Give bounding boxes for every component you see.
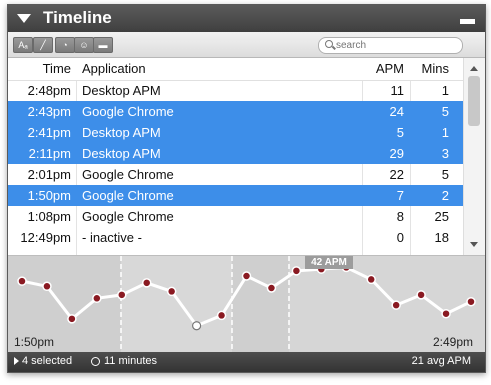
cell-mins: 18 bbox=[434, 230, 449, 245]
table-row[interactable]: 2:48pm Desktop APM 11 1 bbox=[8, 80, 463, 101]
table-header: Time Application APM Mins bbox=[8, 58, 463, 81]
cell-application: Google Chrome bbox=[82, 209, 174, 224]
table-row[interactable]: 12:49pm - inactive - 0 18 bbox=[8, 227, 463, 248]
chart-line-icon[interactable]: ╱ bbox=[33, 37, 53, 53]
graph-band bbox=[121, 256, 232, 353]
apm-point[interactable] bbox=[17, 276, 27, 286]
apm-point[interactable] bbox=[117, 290, 127, 300]
apm-point[interactable] bbox=[441, 308, 451, 319]
window-title: Timeline bbox=[43, 8, 112, 27]
cell-time: 2:41pm bbox=[27, 125, 71, 140]
cell-time: 2:11pm bbox=[28, 146, 71, 161]
cell-application: Google Chrome bbox=[82, 188, 174, 203]
cell-application: - inactive - bbox=[82, 230, 142, 245]
apm-point[interactable] bbox=[67, 314, 77, 324]
scroll-thumb[interactable] bbox=[468, 76, 480, 126]
cell-time: 2:01pm bbox=[27, 167, 71, 182]
graph-end-time: 2:49pm bbox=[432, 335, 473, 349]
table-scrollbar[interactable] bbox=[463, 58, 485, 255]
cell-mins: 5 bbox=[441, 167, 449, 182]
search-icon bbox=[325, 40, 333, 48]
header-time[interactable]: Time bbox=[8, 58, 71, 79]
cell-mins: 5 bbox=[441, 104, 449, 119]
apm-point[interactable] bbox=[192, 321, 202, 331]
apm-timeline-graph[interactable]: 42 APM 1:50pm 2:49pm bbox=[8, 255, 485, 353]
apm-point[interactable] bbox=[241, 271, 252, 281]
timeline-window: Timeline Aₐ ╱ ◔ ☺ ▬ Time Application APM… bbox=[7, 4, 486, 373]
table-row[interactable]: 2:11pm Desktop APM 29 3 bbox=[8, 143, 463, 164]
cell-apm: 7 bbox=[396, 188, 404, 203]
cell-time: 12:49pm bbox=[20, 230, 71, 245]
header-mins[interactable]: Mins bbox=[408, 58, 449, 79]
search-box[interactable] bbox=[318, 37, 463, 54]
cell-time: 2:48pm bbox=[27, 83, 71, 98]
cell-mins: 2 bbox=[441, 188, 449, 203]
apm-graph-canvas bbox=[8, 256, 485, 353]
title-bar: Timeline bbox=[8, 5, 485, 32]
text-size-icon[interactable]: Aₐ bbox=[13, 37, 33, 53]
cell-apm: 11 bbox=[390, 83, 405, 98]
cell-apm: 0 bbox=[396, 230, 404, 245]
search-input[interactable] bbox=[336, 38, 454, 52]
scroll-up-icon[interactable] bbox=[470, 66, 478, 71]
average-apm: 21 avg APM bbox=[411, 355, 471, 367]
window-icon[interactable]: ▬ bbox=[93, 37, 113, 53]
header-apm[interactable]: APM bbox=[363, 58, 404, 79]
table-row[interactable]: 1:50pm Google Chrome 7 2 bbox=[8, 185, 463, 206]
selected-count-text: 4 selected bbox=[22, 355, 73, 367]
toolbar: Aₐ ╱ ◔ ☺ ▬ bbox=[8, 32, 485, 58]
cell-time: 1:50pm bbox=[27, 188, 71, 203]
users-icon[interactable]: ☺ bbox=[74, 37, 94, 53]
play-icon bbox=[14, 357, 19, 366]
cell-application: Google Chrome bbox=[82, 104, 174, 119]
selected-count: 4 selected bbox=[14, 355, 72, 367]
collapse-triangle-icon[interactable] bbox=[17, 14, 31, 23]
apm-point[interactable] bbox=[291, 266, 302, 276]
duration-text: 11 minutes bbox=[104, 355, 157, 367]
cell-time: 2:43pm bbox=[27, 104, 71, 119]
apm-point[interactable] bbox=[42, 281, 52, 292]
clock-icon bbox=[91, 356, 100, 366]
cell-apm: 8 bbox=[396, 209, 404, 224]
cell-apm: 29 bbox=[389, 146, 404, 161]
apm-point[interactable] bbox=[266, 283, 277, 293]
duration: 11 minutes bbox=[91, 355, 157, 367]
cell-application: Google Chrome bbox=[82, 167, 174, 182]
apm-point[interactable] bbox=[366, 274, 376, 285]
cell-mins: 1 bbox=[441, 125, 449, 140]
table-row[interactable]: 1:08pm Google Chrome 8 25 bbox=[8, 206, 463, 227]
table-row[interactable]: 2:41pm Desktop APM 5 1 bbox=[8, 122, 463, 143]
cell-application: Desktop APM bbox=[82, 125, 161, 140]
apm-point[interactable] bbox=[391, 300, 401, 310]
cell-apm: 5 bbox=[396, 125, 404, 140]
table-row[interactable]: 2:01pm Google Chrome 22 5 bbox=[8, 164, 463, 185]
pie-chart-icon[interactable]: ◔ bbox=[55, 37, 75, 53]
cell-apm: 24 bbox=[389, 104, 404, 119]
apm-point[interactable] bbox=[141, 278, 152, 288]
header-application[interactable]: Application bbox=[82, 58, 362, 79]
minimize-button[interactable] bbox=[460, 19, 475, 24]
apm-point[interactable] bbox=[216, 310, 227, 321]
cell-time: 1:08pm bbox=[27, 209, 71, 224]
cell-mins: 25 bbox=[434, 209, 449, 224]
cell-mins: 1 bbox=[441, 83, 449, 98]
cell-mins: 3 bbox=[441, 146, 449, 161]
cell-apm: 22 bbox=[389, 167, 404, 182]
graph-band bbox=[232, 256, 289, 353]
scroll-down-icon[interactable] bbox=[470, 242, 478, 247]
apm-point[interactable] bbox=[466, 296, 476, 307]
table-row[interactable]: 2:43pm Google Chrome 24 5 bbox=[8, 101, 463, 122]
apm-point[interactable] bbox=[166, 286, 177, 297]
peak-apm-label: 42 APM bbox=[305, 256, 353, 269]
cell-application: Desktop APM bbox=[82, 146, 161, 161]
graph-start-time: 1:50pm bbox=[14, 335, 55, 349]
activity-table: Time Application APM Mins 2:48pm Desktop … bbox=[8, 58, 463, 255]
cell-application: Desktop APM bbox=[82, 83, 161, 98]
apm-point[interactable] bbox=[416, 290, 426, 300]
status-bar: 4 selected 11 minutes 21 avg APM bbox=[8, 352, 485, 372]
apm-point[interactable] bbox=[92, 293, 102, 304]
